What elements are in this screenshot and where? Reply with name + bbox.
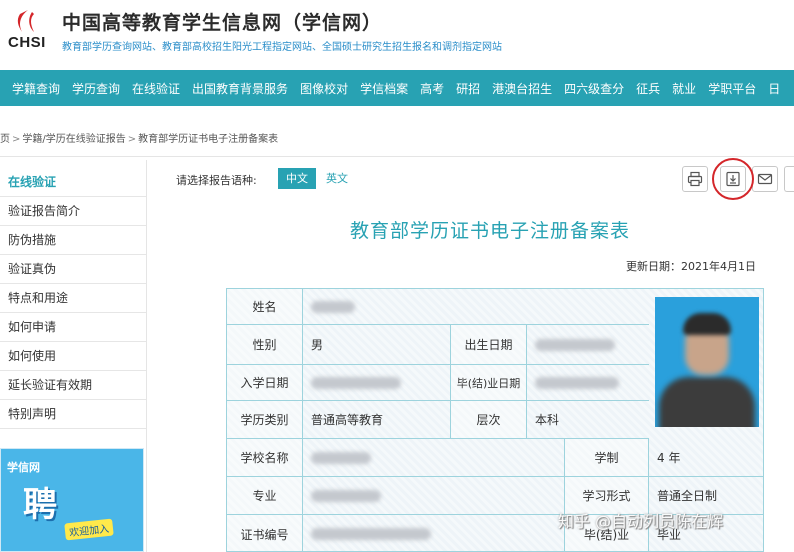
graduate-date-label: 毕(结)业日期 [451,365,527,401]
print-button[interactable] [682,166,708,192]
sidebar-item-extend-validity[interactable]: 延长验证有效期 [0,371,146,400]
language-option-chinese[interactable]: 中文 [278,168,316,189]
student-photo [655,297,759,427]
more-button[interactable] [784,166,794,192]
school-label: 学校名称 [227,439,303,477]
site-header: CHSI 中国高等教育学生信息网（学信网） 教育部学历查询网站、教育部高校招生阳… [0,0,794,70]
major-label: 专业 [227,477,303,515]
language-label: 请选择报告语种: [176,174,257,187]
nav-item-image-check[interactable]: 图像校对 [294,80,354,97]
registration-record-table: 姓名 性别 男 出生日期 入学日期 毕(结)业日期 学历类别 普通高等教育 层次… [226,288,764,552]
study-form-value: 普通全日制 [649,477,763,515]
redacted-school [311,451,371,464]
gender-value: 男 [303,325,451,365]
divider [146,160,147,552]
sidebar-item-how-apply[interactable]: 如何申请 [0,313,146,342]
nav-item-online-verify[interactable]: 在线验证 [126,80,186,97]
level-value: 本科 [527,401,649,439]
nav-item-overseas[interactable]: 出国教育背景服务 [186,80,294,97]
site-subtitle: 教育部学历查询网站、教育部高校招生阳光工程指定网站、全国硕士研究生招生报名和调剂… [62,42,502,53]
gender-label: 性别 [227,325,303,365]
mail-icon [757,173,773,185]
divider [0,156,794,157]
ad-logo: 学信网 [7,461,40,474]
logo-text: CHSI [8,34,46,51]
education-type-label: 学历类别 [227,401,303,439]
redacted-graduate-date [535,376,619,389]
main-nav: 学籍查询 学历查询 在线验证 出国教育背景服务 图像校对 学信档案 高考 研招 … [0,70,794,106]
print-icon [687,171,703,187]
nav-item-xueji[interactable]: 学籍查询 [6,80,66,97]
birth-date-label: 出生日期 [451,325,527,365]
nav-item-jiuye[interactable]: 就业 [666,80,702,97]
redacted-certificate-number [311,528,431,540]
nav-item-xueli[interactable]: 学历查询 [66,80,126,97]
highlight-circle [712,158,754,200]
breadcrumb-separator: > [127,134,137,145]
mail-button[interactable] [752,166,778,192]
education-type-value: 普通高等教育 [303,401,451,439]
breadcrumb-verify[interactable]: 学籍/学历在线验证报告 [22,134,125,145]
sidebar-item-features[interactable]: 特点和用途 [0,284,146,313]
sidebar-item-online-verify[interactable]: 在线验证 [0,168,146,197]
duration-value: 4 年 [649,439,763,477]
breadcrumb-separator: > [12,134,21,145]
enroll-date-value [303,365,451,401]
nav-item-cet[interactable]: 四六级查分 [558,80,630,97]
sidebar-item-disclaimer[interactable]: 特别声明 [0,400,146,429]
nav-item-archive[interactable]: 学信档案 [354,80,414,97]
ad-tagline: 欢迎加入 [64,518,114,541]
certificate-number-value [303,515,565,551]
school-value [303,439,565,477]
language-option-english[interactable]: 英文 [318,168,356,189]
photo-figure-hair [683,313,731,335]
enroll-date-label: 入学日期 [227,365,303,401]
sidebar: 在线验证 验证报告简介 防伪措施 验证真伪 特点和用途 如何申请 如何使用 延长… [0,168,146,429]
nav-item-zhengbing[interactable]: 征兵 [630,80,666,97]
nav-item-xuezhi[interactable]: 学职平台 [702,80,762,97]
document-title: 教育部学历证书电子注册备案表 [350,220,631,242]
sidebar-item-verify-authenticity[interactable]: 验证真伪 [0,255,146,284]
study-form-label: 学习形式 [565,477,649,515]
name-label: 姓名 [227,289,303,325]
photo-figure-body [659,377,755,427]
recruitment-ad-banner[interactable]: 学信网 聘 欢迎加入 [0,448,144,552]
sidebar-item-report-intro[interactable]: 验证报告简介 [0,197,146,226]
birth-date-value [527,325,649,365]
nav-item-hmt[interactable]: 港澳台招生 [486,80,558,97]
graduation-status-label: 毕(结)业 [565,515,649,551]
breadcrumb: 页 > 学籍/学历在线验证报告 > 教育部学历证书电子注册备案表 [0,130,278,145]
name-value [303,289,649,325]
major-value [303,477,565,515]
sidebar-item-how-use[interactable]: 如何使用 [0,342,146,371]
breadcrumb-current: 教育部学历证书电子注册备案表 [138,134,279,145]
graduation-status-value: 毕业 [657,527,682,542]
breadcrumb-home[interactable]: 页 [0,134,10,145]
graduate-date-value [527,365,649,401]
redacted-birth-date [535,338,615,351]
nav-item-gaokao[interactable]: 高考 [414,80,450,97]
redacted-major [311,489,381,502]
sidebar-item-anti-fake[interactable]: 防伪措施 [0,226,146,255]
update-date: 更新日期：2021年4月1日 [626,260,756,273]
ad-headline: 聘 [23,485,57,525]
duration-label: 学制 [565,439,649,477]
nav-item-yanzhao[interactable]: 研招 [450,80,486,97]
certificate-number-label: 证书编号 [227,515,303,551]
level-label: 层次 [451,401,527,439]
nav-item-more[interactable]: 日 [762,80,786,97]
redacted-name [311,300,355,313]
site-title[interactable]: 中国高等教育学生信息网（学信网） [62,8,382,35]
redacted-enroll-date [311,376,401,389]
